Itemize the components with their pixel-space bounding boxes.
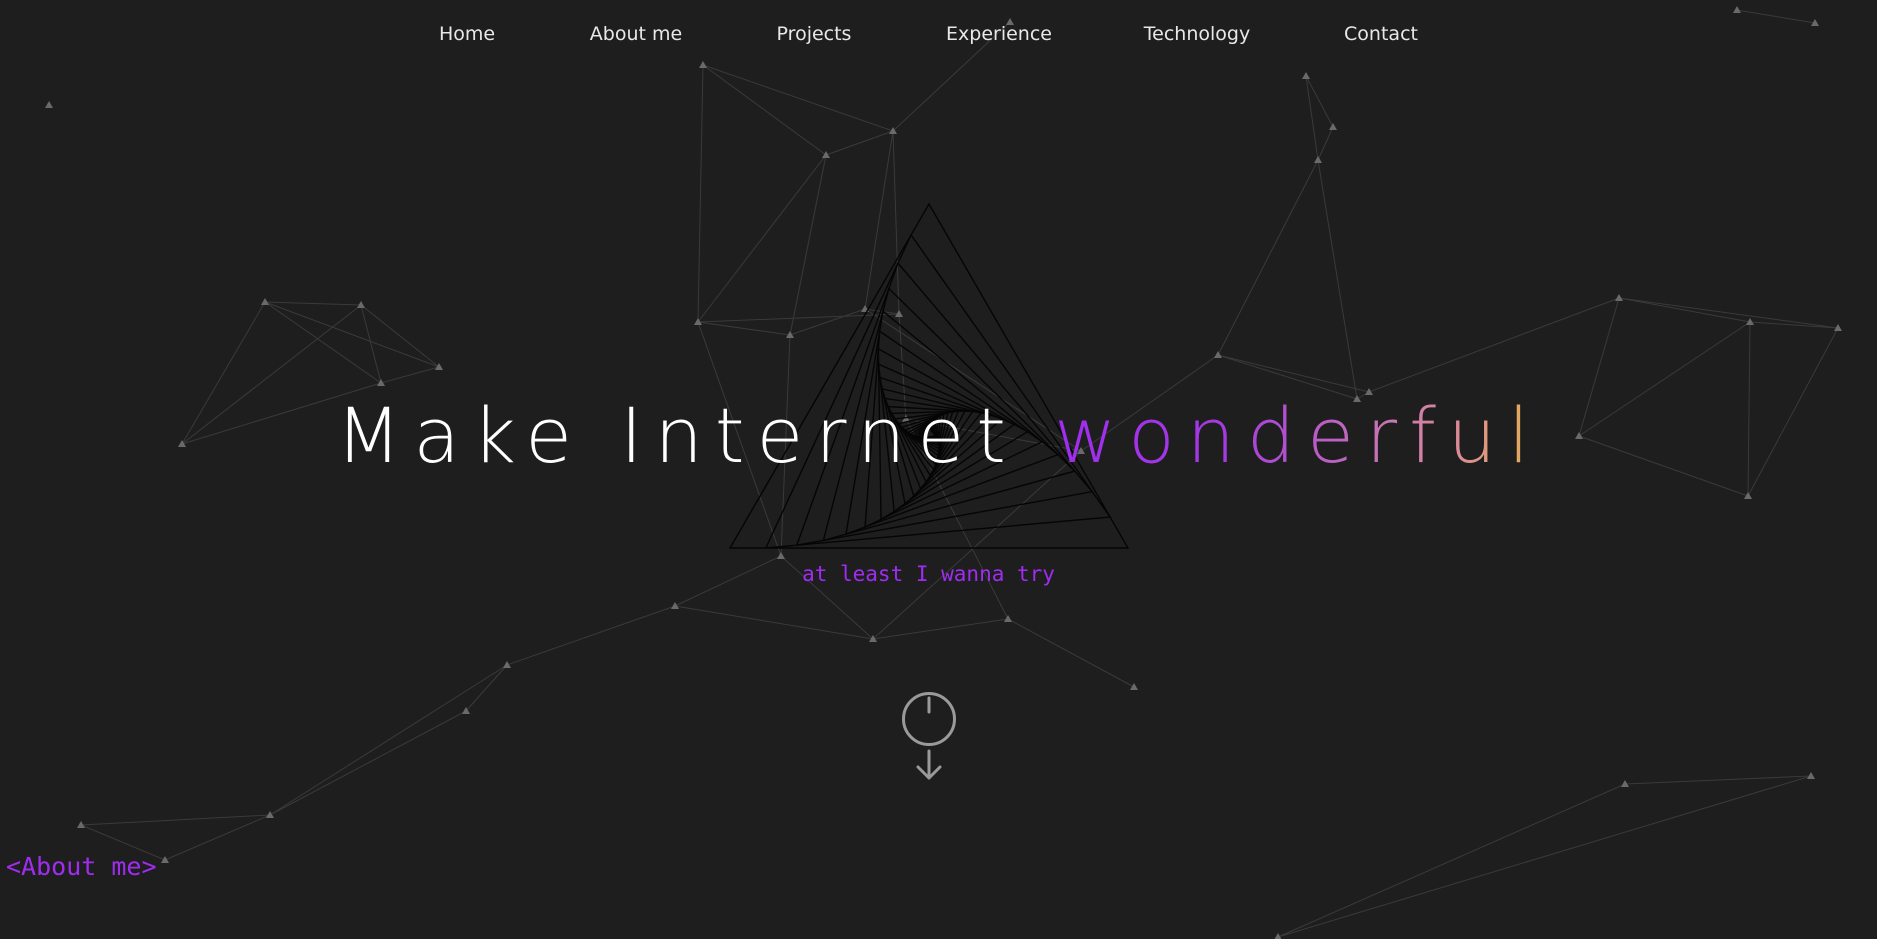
network-node-icon	[1302, 72, 1310, 79]
network-edge	[264, 301, 362, 306]
network-node-icon	[1733, 6, 1741, 13]
nav-item-contact[interactable]: Contact	[1344, 18, 1418, 50]
network-node-icon	[1807, 772, 1815, 779]
network-edge	[702, 64, 827, 156]
nav-item-experience[interactable]: Experience	[946, 18, 1052, 50]
network-node-icon	[1615, 294, 1623, 301]
network-node-icon	[45, 101, 53, 108]
hero-title-accent: wonderful	[1054, 391, 1542, 480]
network-edge	[1277, 775, 1812, 938]
network-edge	[269, 664, 508, 816]
network-edge	[702, 64, 894, 132]
network-node-icon	[435, 363, 443, 370]
network-edge	[465, 664, 508, 712]
nav-item-projects[interactable]: Projects	[777, 18, 852, 50]
network-node-icon	[1214, 351, 1222, 358]
network-edge	[674, 605, 874, 640]
network-edge	[1624, 775, 1812, 785]
network-edge	[380, 366, 440, 384]
network-node-icon	[671, 602, 679, 609]
network-node-icon	[1314, 156, 1322, 163]
nav-item-technology[interactable]: Technology	[1144, 18, 1250, 50]
spiral-triangle-logo	[728, 202, 1130, 549]
network-edge	[506, 605, 676, 666]
network-edge	[80, 814, 271, 826]
hero-tagline: at least I wanna try	[802, 562, 1055, 586]
network-edge	[1217, 354, 1370, 393]
network-edge	[164, 814, 271, 861]
hero-title: Make Internet wonderful	[0, 388, 1877, 484]
network-edge	[360, 304, 440, 368]
network-node-icon	[161, 856, 169, 863]
hero-title-plain: Make Internet	[335, 391, 1055, 480]
scroll-down-icon[interactable]	[898, 688, 960, 784]
network-edge	[1305, 75, 1319, 161]
network-edge	[872, 618, 1009, 640]
network-edge	[1217, 159, 1319, 356]
network-edge	[1277, 783, 1626, 938]
about-me-section-tag: <About me>	[6, 852, 157, 881]
network-edge	[1618, 297, 1751, 323]
network-node-icon	[1004, 615, 1012, 622]
network-edge	[825, 130, 894, 156]
network-edge	[1007, 618, 1135, 688]
network-edge	[269, 710, 467, 816]
nav-item-about-me[interactable]: About me	[590, 18, 682, 50]
top-navigation: Home About me Projects Experience Techno…	[0, 18, 1877, 50]
network-edge	[1618, 297, 1839, 329]
network-edge	[1317, 159, 1358, 400]
network-edge	[697, 64, 704, 323]
network-node-icon	[699, 61, 707, 68]
network-edge	[1317, 126, 1334, 161]
network-edge	[1368, 297, 1620, 393]
nav-item-home[interactable]: Home	[439, 18, 495, 50]
network-node-icon	[261, 298, 269, 305]
network-node-icon	[1329, 123, 1337, 130]
network-node-icon	[266, 811, 274, 818]
network-edge	[1749, 321, 1839, 329]
network-node-icon	[1130, 683, 1138, 690]
